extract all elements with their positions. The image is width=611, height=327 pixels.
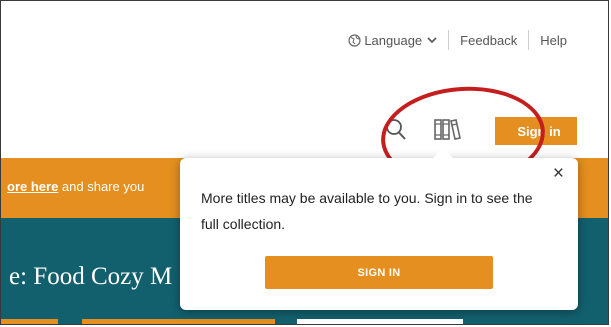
chevron-down-icon [427,36,437,43]
language-label: Language [364,32,423,48]
hero-button-2[interactable] [82,319,275,324]
help-link[interactable]: Help [529,33,578,48]
promo-rest-text: and share you [58,179,145,194]
language-selector[interactable]: Language [337,33,448,48]
feedback-link[interactable]: Feedback [449,33,528,48]
hero-button-3[interactable] [297,319,463,324]
hero-button-1[interactable] [1,319,58,324]
close-icon[interactable]: × [553,164,564,183]
signin-popover: × More titles may be available to you. S… [180,148,578,310]
popover-message: More titles may be available to you. Sig… [201,190,533,232]
promo-text: ore here and share you [7,179,144,194]
globe-icon [348,33,361,47]
app-frame: Language Feedback Help ore here and shar… [0,0,609,325]
promo-link[interactable]: ore here [7,179,58,194]
utility-bar: Language Feedback Help [337,29,578,51]
hero-title: e: Food Cozy M [9,263,173,290]
popover-signin-button[interactable]: SIGN IN [265,256,493,289]
popover-arrow [432,148,454,159]
